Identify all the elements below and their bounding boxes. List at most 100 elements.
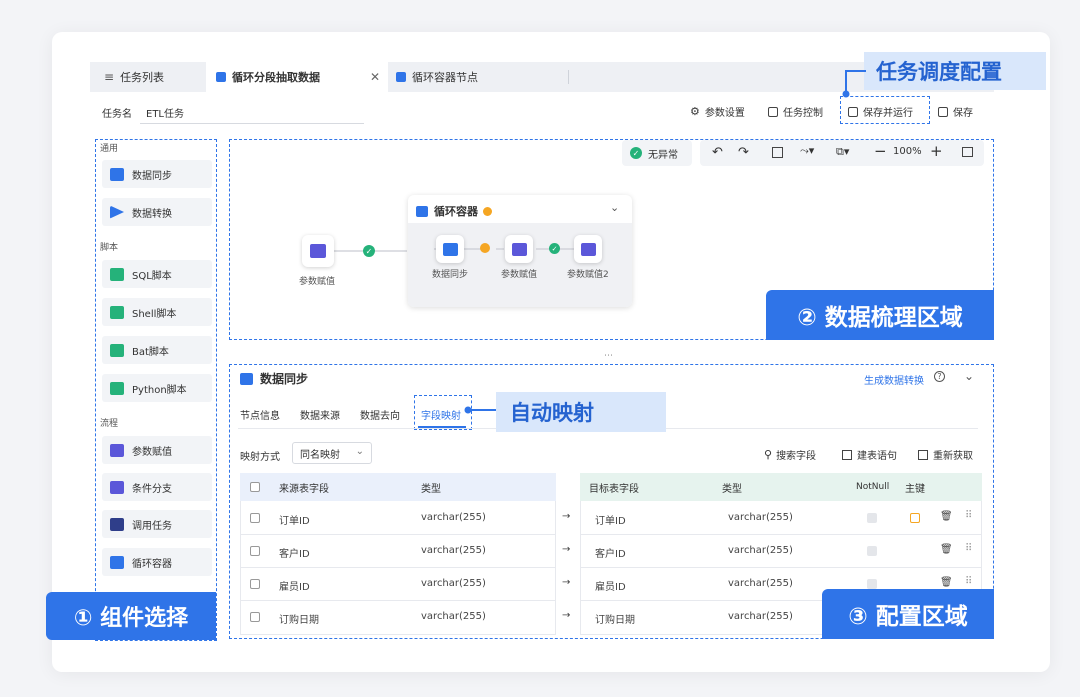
target-type[interactable]: varchar(255)	[728, 611, 793, 622]
bat-icon	[110, 343, 124, 357]
loop-container-icon	[416, 205, 428, 217]
chevron-down-icon: ⌄	[355, 446, 364, 457]
callout-schedule: 任务调度配置	[864, 52, 1046, 90]
trash-icon[interactable]: 🗑	[940, 544, 953, 555]
row-checkbox[interactable]	[250, 513, 260, 523]
trash-icon[interactable]: 🗑	[940, 511, 953, 522]
sidebar-item-param-assign[interactable]: 参数赋值	[102, 436, 212, 464]
automap-connector	[464, 406, 498, 414]
create-table-button[interactable]: 建表语句	[842, 447, 897, 462]
config-header: 数据同步	[240, 370, 308, 387]
sidebar-item-data-transform[interactable]: 数据转换	[102, 198, 212, 226]
sidebar-item-data-sync[interactable]: 数据同步	[102, 160, 212, 188]
sql-icon	[110, 267, 124, 281]
row-checkbox[interactable]	[250, 612, 260, 622]
branch-icon	[110, 480, 124, 494]
tab-loop-node[interactable]: 循环容器节点	[396, 62, 478, 92]
sidebar-item-label: 参数赋值	[132, 446, 172, 458]
tab-node-info[interactable]: 节点信息	[240, 407, 280, 422]
target-type-header: 类型	[722, 483, 742, 495]
params-button[interactable]: ⚙ 参数设置	[690, 104, 745, 119]
tab-task-list[interactable]: ≡ 任务列表	[104, 62, 164, 92]
sidebar-item-sql[interactable]: SQL脚本	[102, 260, 212, 288]
param-assign-icon	[511, 242, 527, 256]
target-field[interactable]: 订单ID	[595, 512, 626, 527]
select-all-checkbox[interactable]	[250, 482, 260, 492]
sidebar-item-python[interactable]: Python脚本	[102, 374, 212, 402]
target-type[interactable]: varchar(255)	[728, 545, 793, 556]
target-field[interactable]: 订购日期	[595, 611, 635, 626]
generate-transform-link[interactable]: 生成数据转换	[864, 372, 924, 387]
tab-active-task[interactable]: 循环分段抽取数据 ✕	[206, 62, 388, 92]
drag-handle-icon[interactable]: ⠿	[965, 543, 972, 554]
tab-data-target[interactable]: 数据去向	[360, 407, 400, 422]
source-type: varchar(255)	[421, 611, 486, 622]
close-icon[interactable]: ✕	[370, 70, 380, 84]
trash-icon[interactable]: 🗑	[940, 577, 953, 588]
task-name-input[interactable]: ETL任务	[146, 105, 184, 120]
row-checkbox[interactable]	[250, 579, 260, 589]
loop-container-icon	[110, 555, 124, 569]
target-type[interactable]: varchar(255)	[728, 512, 793, 523]
sidebar-item-loop-container[interactable]: 循环容器	[102, 548, 212, 576]
target-field[interactable]: 雇员ID	[595, 578, 626, 593]
row-checkbox[interactable]	[250, 546, 260, 556]
tab-field-mapping[interactable]: 字段映射	[421, 407, 461, 422]
task-name-label: 任务名	[102, 109, 132, 120]
edge-ok-icon: ✓	[363, 245, 375, 257]
node-param-assign-2-label: 参数赋值2	[567, 270, 609, 280]
save-run-label: 保存并运行	[863, 108, 913, 119]
target-field[interactable]: 客户ID	[595, 545, 626, 560]
node-param-assign-1[interactable]	[505, 235, 533, 263]
save-button[interactable]: 保存	[938, 104, 973, 119]
callout-automap: 自动映射	[496, 392, 666, 432]
drag-handle-icon[interactable]: ⠿	[965, 510, 972, 521]
help-icon[interactable]: ?	[934, 371, 945, 382]
param-assign-icon	[310, 244, 326, 258]
search-field-button[interactable]: ⚲ 搜索字段	[764, 447, 816, 462]
data-sync-icon	[240, 372, 253, 385]
arrow-right-icon: →	[562, 610, 571, 621]
sidebar-item-label: 条件分支	[132, 483, 172, 495]
target-type[interactable]: varchar(255)	[728, 578, 793, 589]
control-label: 任务控制	[783, 108, 823, 119]
primary-key-icon[interactable]	[910, 513, 920, 523]
sidebar-item-call-task[interactable]: 调用任务	[102, 510, 212, 538]
node-param-assign[interactable]	[302, 235, 334, 267]
node-data-sync[interactable]	[436, 235, 464, 263]
sidebar-item-condition[interactable]: 条件分支	[102, 473, 212, 501]
refresh-button[interactable]: 重新获取	[918, 447, 973, 462]
control-button[interactable]: 任务控制	[768, 104, 823, 119]
data-sync-icon	[110, 167, 124, 181]
source-field: 订单ID	[279, 516, 310, 527]
mapping-mode-select[interactable]: 同名映射 ⌄	[292, 442, 372, 464]
row-divider	[580, 534, 982, 535]
save-run-button[interactable]: 保存并运行	[848, 104, 913, 119]
resize-handle-icon[interactable]: ⋯	[604, 351, 614, 361]
callout-components: ① 组件选择	[46, 592, 216, 640]
gear-icon: ⚙	[690, 105, 700, 118]
callout-config: ③ 配置区域	[822, 589, 994, 639]
mapping-mode-label: 映射方式	[240, 452, 280, 463]
row-divider	[240, 600, 556, 601]
node-param-assign-2[interactable]	[574, 235, 602, 263]
sidebar-item-shell[interactable]: Shell脚本	[102, 298, 212, 326]
edge-ok-icon: ✓	[549, 243, 560, 254]
tab-data-source[interactable]: 数据来源	[300, 407, 340, 422]
notnull-checkbox[interactable]	[867, 513, 877, 523]
param-assign-icon	[110, 443, 124, 457]
chevron-down-icon[interactable]: ⌄	[964, 369, 974, 383]
sidebar-item-label: Python脚本	[132, 384, 187, 396]
source-type: varchar(255)	[421, 545, 486, 556]
params-label: 参数设置	[704, 108, 745, 119]
chevron-down-icon[interactable]: ⌄	[610, 201, 619, 214]
data-transform-icon	[110, 205, 124, 219]
notnull-checkbox[interactable]	[867, 579, 877, 589]
tab-loop-node-label: 循环容器节点	[412, 71, 478, 84]
group-flow: 流程	[100, 419, 119, 429]
drag-handle-icon[interactable]: ⠿	[965, 576, 972, 587]
notnull-checkbox[interactable]	[867, 546, 877, 556]
sidebar-item-bat[interactable]: Bat脚本	[102, 336, 212, 364]
edge-warning-icon	[480, 243, 490, 253]
tab-task-list-label: 任务列表	[120, 71, 165, 84]
